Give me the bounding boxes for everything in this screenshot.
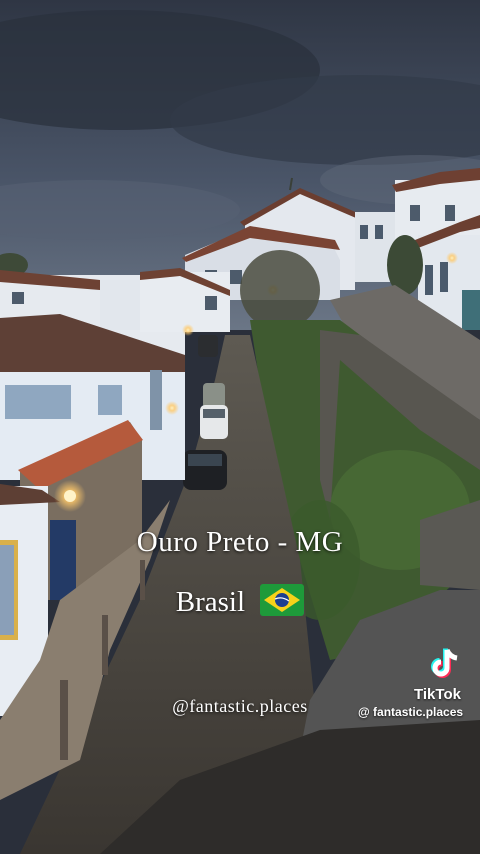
country-caption: Brasil <box>0 584 480 619</box>
video-frame: Ouro Preto - MG Brasil @fantastic.places… <box>0 0 480 854</box>
street-scene-photo <box>0 0 480 854</box>
tiktok-username: @ fantastic.places <box>358 705 464 719</box>
brazil-flag-icon <box>260 584 305 616</box>
tiktok-logo-icon <box>431 648 458 678</box>
country-label: Brasil <box>175 586 246 618</box>
location-title: Ouro Preto - MG <box>136 526 344 558</box>
tiktok-brand: TikTok <box>414 686 461 703</box>
